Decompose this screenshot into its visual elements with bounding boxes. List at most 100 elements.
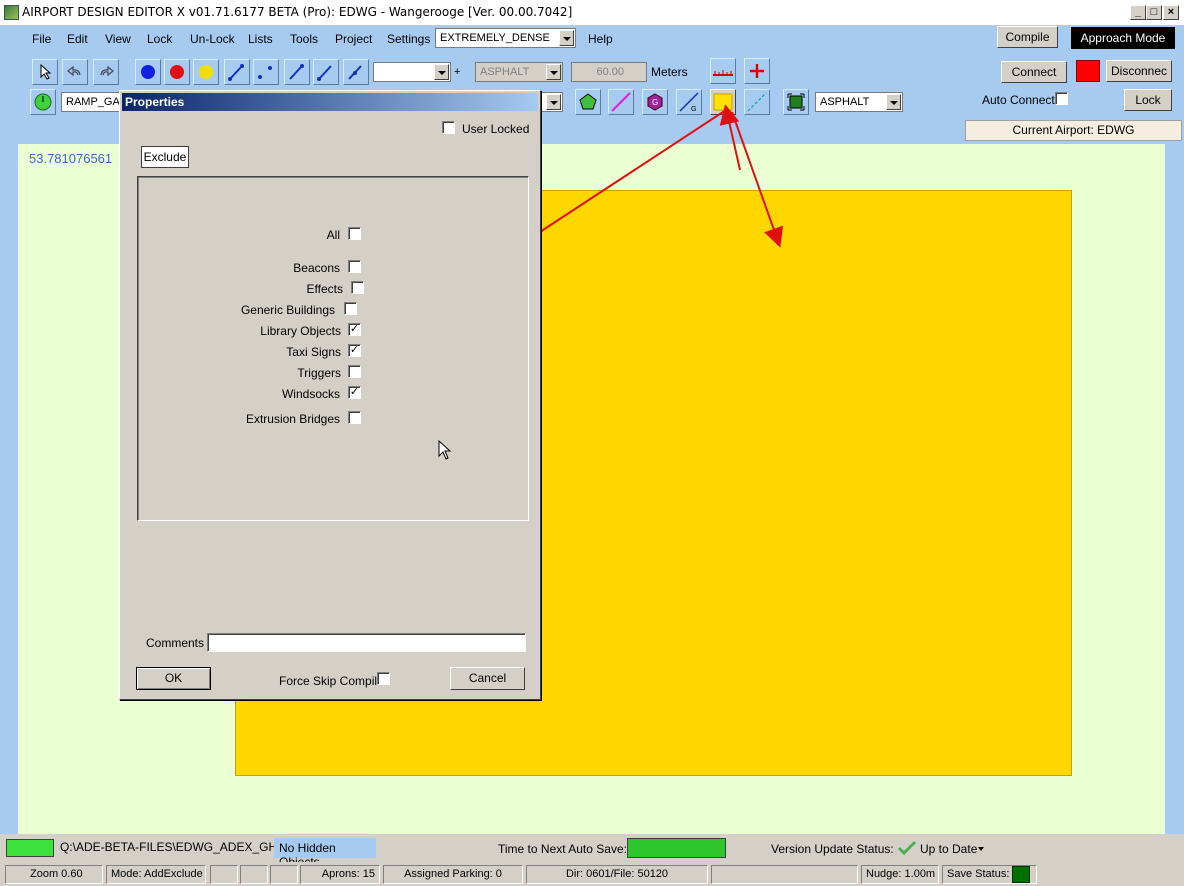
- check-taxi-signs-label: Taxi Signs: [286, 345, 341, 359]
- menu-settings[interactable]: Settings: [387, 32, 430, 46]
- center-line-button[interactable]: [313, 59, 339, 85]
- check-extrusion-bridges-box[interactable]: [348, 411, 361, 424]
- minimize-button[interactable]: _: [1130, 5, 1146, 20]
- units-label: Meters: [651, 65, 688, 79]
- density-select[interactable]: EXTREMELY_DENSE: [435, 28, 576, 48]
- menu-lists[interactable]: Lists: [248, 32, 273, 46]
- disconnect-button[interactable]: Disconnec: [1106, 60, 1172, 82]
- crosshair-icon: [750, 64, 764, 78]
- save-status-indicator: [1012, 866, 1030, 883]
- red-node-button[interactable]: [164, 59, 190, 85]
- check-library-objects-box[interactable]: ✓: [348, 323, 361, 336]
- user-locked-label: User Locked: [462, 122, 530, 136]
- autosave-progress: [627, 838, 726, 858]
- ramp-type-select[interactable]: RAMP_GA: [61, 92, 123, 112]
- yellow-node-button[interactable]: [193, 59, 219, 85]
- check-windsocks-box[interactable]: ✓: [348, 386, 361, 399]
- approach-mode-button[interactable]: Approach Mode: [1071, 27, 1175, 49]
- empty-status-2: [240, 865, 268, 884]
- chevron-down-icon[interactable]: [978, 847, 984, 851]
- app-icon: [4, 5, 19, 20]
- mouse-cursor-icon: [438, 440, 452, 460]
- svg-text:G: G: [691, 106, 696, 113]
- hidden-objects-status[interactable]: No Hidden Objects: [274, 838, 376, 869]
- dashed-line-icon: [747, 92, 767, 112]
- chevron-down-icon: [546, 94, 561, 110]
- force-skip-compile-label: Force Skip Compile: [279, 674, 384, 688]
- clock-button[interactable]: [30, 89, 56, 115]
- dashed-line-button[interactable]: [744, 89, 770, 115]
- tab-exclude[interactable]: Exclude: [141, 146, 189, 168]
- exclude-rect-button[interactable]: [710, 89, 736, 115]
- polygon-icon: [579, 93, 597, 110]
- maximize-button[interactable]: □: [1146, 5, 1162, 20]
- ground-line-button[interactable]: G: [676, 89, 702, 115]
- check-taxi-signs-box[interactable]: ✓: [348, 344, 361, 357]
- parking-status: Assigned Parking: 0: [383, 865, 523, 884]
- user-locked-checkbox[interactable]: [442, 121, 455, 134]
- menu-edit[interactable]: Edit: [67, 32, 88, 46]
- gear-shape-button[interactable]: G: [642, 89, 668, 115]
- crosshair-button[interactable]: [744, 58, 770, 84]
- width-value: 60.00: [596, 66, 624, 78]
- secondary-select[interactable]: [538, 92, 563, 112]
- chevron-down-icon: [434, 64, 449, 80]
- yellow-node-icon: [199, 65, 213, 79]
- check-effects-box[interactable]: [351, 281, 364, 294]
- vehicle-line-button[interactable]: [343, 59, 369, 85]
- menu-lock[interactable]: Lock: [147, 32, 172, 46]
- check-generic-buildings-box[interactable]: [344, 302, 357, 315]
- blue-node-button[interactable]: [135, 59, 161, 85]
- close-button[interactable]: ×: [1163, 5, 1179, 20]
- comments-label: Comments: [146, 636, 205, 650]
- polygon-button[interactable]: [575, 89, 601, 115]
- menu-project[interactable]: Project: [335, 32, 372, 46]
- connect-button[interactable]: Connect: [1001, 61, 1067, 83]
- width-input[interactable]: 60.00: [571, 62, 647, 82]
- comments-input[interactable]: [207, 633, 526, 652]
- status-bar-bottom: Zoom 0.60 Mode: AddExclude Aprons: 15 As…: [0, 862, 1184, 886]
- svg-text:G: G: [652, 98, 658, 107]
- cancel-button[interactable]: Cancel: [450, 667, 525, 690]
- version-label: Version Update Status:: [771, 842, 894, 856]
- check-all-box[interactable]: [348, 227, 361, 240]
- runway-line-button[interactable]: [284, 59, 310, 85]
- version-value[interactable]: Up to Date: [920, 842, 977, 856]
- menu-help[interactable]: Help: [588, 32, 613, 46]
- select-arrow-button[interactable]: [32, 59, 58, 85]
- ramp-type-value: RAMP_GA: [66, 96, 120, 108]
- blue-node-icon: [141, 65, 155, 79]
- line-type-select[interactable]: [373, 62, 451, 82]
- apron-line-button[interactable]: [253, 59, 279, 85]
- lock-button[interactable]: Lock: [1124, 89, 1172, 111]
- redo-button[interactable]: [93, 59, 119, 85]
- check-beacons-box[interactable]: [348, 260, 361, 273]
- ruler-button[interactable]: [710, 58, 736, 84]
- status-bar-top: Q:\ADE-BETA-FILES\EDWG_ADEX_GHD.ad4 No H…: [0, 834, 1184, 869]
- force-skip-compile-checkbox[interactable]: [377, 672, 390, 685]
- surface-select-2[interactable]: ASPHALT: [815, 92, 903, 112]
- check-extrusion-bridges-label: Extrusion Bridges: [245, 412, 340, 426]
- empty-status-1: [210, 865, 238, 884]
- menu-unlock[interactable]: Un-Lock: [190, 32, 235, 46]
- menu-tools[interactable]: Tools: [290, 32, 318, 46]
- undo-button[interactable]: [62, 59, 88, 85]
- magenta-line-button[interactable]: [608, 89, 634, 115]
- checkmark-icon: [897, 840, 917, 856]
- object-button[interactable]: [783, 89, 809, 115]
- check-triggers-box[interactable]: [348, 365, 361, 378]
- add-plus-label[interactable]: +: [454, 66, 460, 78]
- taxi-line-button[interactable]: [224, 59, 250, 85]
- check-triggers-label: Triggers: [297, 366, 341, 380]
- surface-select[interactable]: ASPHALT: [475, 62, 563, 82]
- menu-file[interactable]: File: [32, 32, 51, 46]
- menu-view[interactable]: View: [105, 32, 131, 46]
- empty-status-3: [270, 865, 298, 884]
- auto-connect-checkbox[interactable]: [1055, 92, 1068, 105]
- aprons-status: Aprons: 15: [300, 865, 380, 884]
- check-library-objects-label: Library Objects: [260, 324, 341, 338]
- ok-button[interactable]: OK: [136, 667, 211, 690]
- compile-button[interactable]: Compile: [997, 26, 1058, 48]
- chevron-down-icon: [886, 94, 901, 110]
- empty-status-4: [711, 865, 858, 884]
